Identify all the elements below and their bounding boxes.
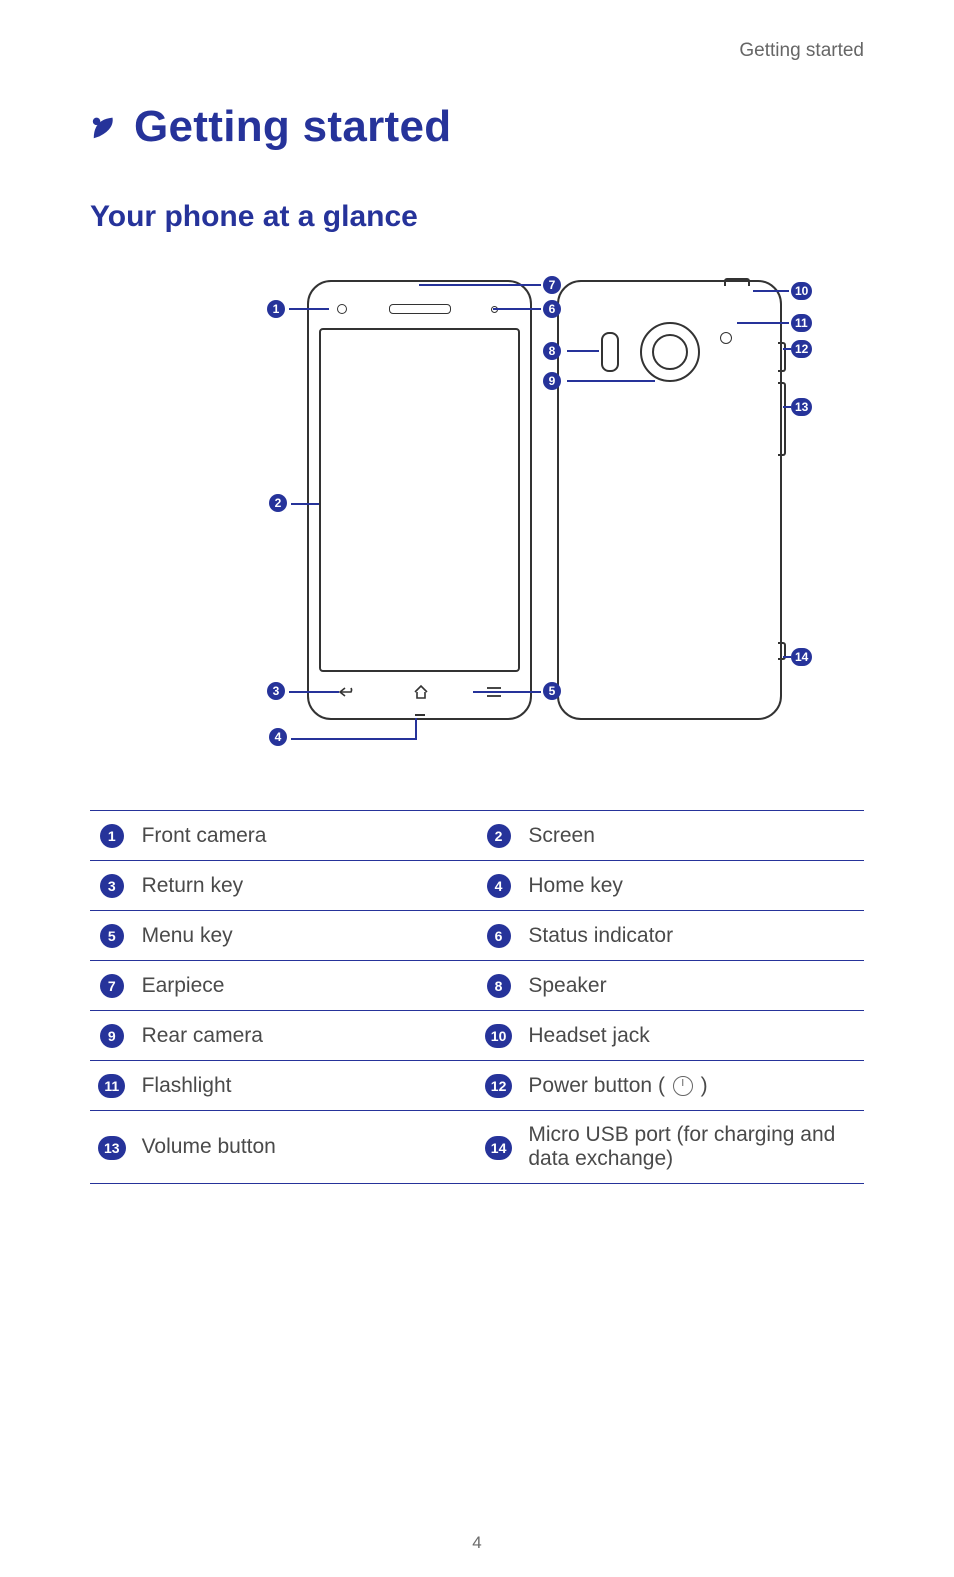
legend-num: 8: [487, 974, 511, 998]
callout-5: 5: [543, 682, 561, 700]
legend-label: Status indicator: [520, 911, 864, 961]
speaker-slot: [601, 332, 619, 372]
legend-label: Volume button: [134, 1111, 477, 1184]
section: Your phone at a glance: [90, 200, 864, 1184]
legend-row: 1 Front camera 2 Screen: [90, 811, 864, 861]
legend-num: 5: [100, 924, 124, 948]
legend-label: Return key: [134, 861, 477, 911]
legend-label: Front camera: [134, 811, 477, 861]
phone-front-outline: [307, 280, 532, 720]
earpiece-slot: [389, 304, 451, 314]
callout-6: 6: [543, 300, 561, 318]
bottom-mic-slot: [415, 714, 425, 716]
legend-row: 13 Volume button 14 Micro USB port (for …: [90, 1111, 864, 1184]
legend-label: Earpiece: [134, 961, 477, 1011]
callout-14: 14: [791, 648, 812, 666]
legend-num: 3: [100, 874, 124, 898]
home-key-icon: [412, 684, 430, 700]
legend-label: Headset jack: [520, 1011, 864, 1061]
callout-12: 12: [791, 340, 812, 358]
legend-table: 1 Front camera 2 Screen 3 Return key 4 H…: [90, 810, 864, 1184]
legend-row: 5 Menu key 6 Status indicator: [90, 911, 864, 961]
legend-num: 9: [100, 1024, 124, 1048]
callout-1: 1: [267, 300, 285, 318]
legend-num: 4: [487, 874, 511, 898]
legend-num: 13: [98, 1136, 126, 1160]
callout-13: 13: [791, 398, 812, 416]
chapter-heading: Getting started: [90, 102, 864, 152]
legend-label: Rear camera: [134, 1011, 477, 1061]
legend-num: 1: [100, 824, 124, 848]
front-camera-dot: [337, 304, 347, 314]
page-number: 4: [0, 1533, 954, 1553]
callout-2: 2: [269, 494, 287, 512]
callout-10: 10: [791, 282, 812, 300]
callout-11: 11: [791, 314, 812, 332]
legend-label: Speaker: [520, 961, 864, 1011]
legend-num: 6: [487, 924, 511, 948]
legend-label: Home key: [520, 861, 864, 911]
callout-8: 8: [543, 342, 561, 360]
screen-rect: [319, 328, 520, 672]
legend-row: 9 Rear camera 10 Headset jack: [90, 1011, 864, 1061]
manual-page: Getting started Getting started Your pho…: [0, 0, 954, 1577]
legend-num: 10: [485, 1024, 513, 1048]
section-title: Your phone at a glance: [90, 200, 864, 234]
legend-row: 11 Flashlight 12 Power button ( ): [90, 1061, 864, 1111]
legend-num: 11: [98, 1074, 125, 1098]
power-button: [778, 342, 786, 372]
running-head: Getting started: [90, 40, 864, 62]
legend-num: 12: [485, 1074, 513, 1098]
brand-leaf-icon: [90, 112, 120, 142]
callout-3: 3: [267, 682, 285, 700]
legend-num: 7: [100, 974, 124, 998]
phone-diagram: 1 2 3 4 5 6 7 8 9 10 11 12 13 14: [90, 270, 864, 770]
legend-label: Flashlight: [134, 1061, 477, 1111]
return-key-icon: [337, 685, 357, 699]
headset-jack: [724, 278, 750, 286]
legend-row: 3 Return key 4 Home key: [90, 861, 864, 911]
phone-back-outline: [557, 280, 782, 720]
legend-num: 14: [485, 1136, 513, 1160]
callout-9: 9: [543, 372, 561, 390]
legend-label: Screen: [520, 811, 864, 861]
callout-4: 4: [269, 728, 287, 746]
legend-row: 7 Earpiece 8 Speaker: [90, 961, 864, 1011]
callout-7: 7: [543, 276, 561, 294]
legend-label: Menu key: [134, 911, 477, 961]
volume-button: [778, 382, 786, 456]
legend-label: Micro USB port (for charging and data ex…: [520, 1111, 864, 1184]
legend-num: 2: [487, 824, 511, 848]
rear-camera-lens: [640, 322, 700, 382]
legend-label: Power button ( ): [520, 1061, 864, 1111]
power-icon: [673, 1076, 693, 1096]
chapter-title: Getting started: [134, 102, 451, 152]
flashlight-dot: [720, 332, 732, 344]
